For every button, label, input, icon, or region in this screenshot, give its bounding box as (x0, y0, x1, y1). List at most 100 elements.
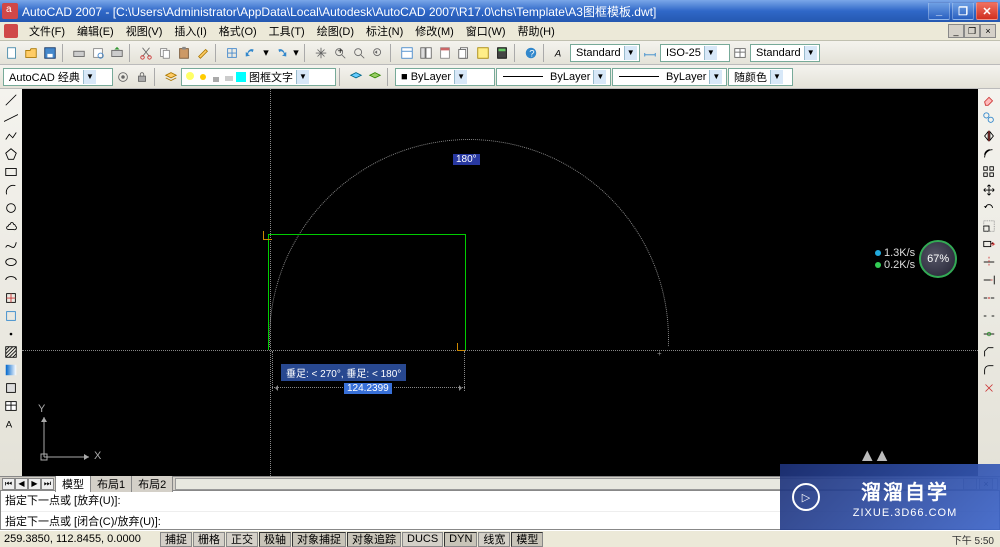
mtext-icon[interactable]: A (2, 415, 20, 432)
menu-insert[interactable]: 插入(I) (169, 22, 211, 40)
copy-icon[interactable] (156, 44, 174, 62)
menu-tools[interactable]: 工具(T) (264, 22, 310, 40)
zoom-window-icon[interactable] (350, 44, 368, 62)
polyline-icon[interactable] (2, 127, 20, 144)
polar-toggle[interactable]: 极轴 (259, 532, 291, 547)
dyn-toggle[interactable]: DYN (444, 532, 477, 547)
properties-icon[interactable] (398, 44, 416, 62)
tab-first-button[interactable]: ⏮ (2, 478, 15, 490)
xline-icon[interactable] (2, 109, 20, 126)
layer-states-icon[interactable] (366, 68, 384, 86)
sheet-set-icon[interactable] (455, 44, 473, 62)
markup-icon[interactable] (474, 44, 492, 62)
tab-layout1[interactable]: 布局1 (90, 475, 132, 492)
menu-window[interactable]: 窗口(W) (461, 22, 511, 40)
menu-dimension[interactable]: 标注(N) (361, 22, 408, 40)
offset-icon[interactable] (980, 145, 998, 162)
help-icon[interactable]: ? (522, 44, 540, 62)
ellipse-icon[interactable] (2, 253, 20, 270)
block-editor-icon[interactable] (223, 44, 241, 62)
layer-manager-icon[interactable] (162, 68, 180, 86)
menu-view[interactable]: 视图(V) (121, 22, 168, 40)
calc-icon[interactable] (493, 44, 511, 62)
revcloud-icon[interactable] (2, 217, 20, 234)
menu-edit[interactable]: 编辑(E) (72, 22, 119, 40)
save-icon[interactable] (41, 44, 59, 62)
menu-help[interactable]: 帮助(H) (513, 22, 560, 40)
chamfer-icon[interactable] (980, 343, 998, 360)
lineweight-dropdown[interactable]: ByLayer▼ (612, 68, 727, 86)
tab-layout2[interactable]: 布局2 (131, 475, 173, 492)
undo-icon[interactable] (242, 44, 260, 62)
tablestyle-icon[interactable] (731, 44, 749, 62)
mirror-icon[interactable] (980, 127, 998, 144)
arc-icon[interactable] (2, 181, 20, 198)
workspace-dropdown[interactable]: AutoCAD 经典▼ (3, 68, 113, 86)
fillet-icon[interactable] (980, 361, 998, 378)
grid-toggle[interactable]: 栅格 (193, 532, 225, 547)
ellipse-arc-icon[interactable] (2, 271, 20, 288)
extend-icon[interactable] (980, 271, 998, 288)
plot-icon[interactable] (70, 44, 88, 62)
model-toggle[interactable]: 模型 (511, 532, 543, 547)
rectangle-icon[interactable] (2, 163, 20, 180)
line-icon[interactable] (2, 91, 20, 108)
dimstyle-dropdown[interactable]: ISO-25▼ (660, 44, 730, 62)
design-center-icon[interactable] (417, 44, 435, 62)
polygon-icon[interactable] (2, 145, 20, 162)
textstyle-dropdown[interactable]: Standard▼ (570, 44, 640, 62)
drawing-canvas[interactable]: + 180° 垂足: < 270°, 垂足: < 180° 124.2399 X… (22, 89, 978, 476)
otrack-toggle[interactable]: 对象追踪 (347, 532, 401, 547)
restore-button[interactable]: ❐ (952, 2, 974, 20)
close-button[interactable]: ✕ (976, 2, 998, 20)
menu-format[interactable]: 格式(O) (214, 22, 262, 40)
cut-icon[interactable] (137, 44, 155, 62)
copy-obj-icon[interactable] (980, 109, 998, 126)
layer-dropdown[interactable]: 图框文字▼ (181, 68, 336, 86)
workspace-lock-icon[interactable] (133, 68, 151, 86)
coords-readout[interactable]: 259.3850, 112.8455, 0.0000 (0, 533, 160, 545)
region-icon[interactable] (2, 379, 20, 396)
tool-palette-icon[interactable] (436, 44, 454, 62)
textstyle-icon[interactable]: A (551, 44, 569, 62)
hatch-icon[interactable] (2, 343, 20, 360)
tab-model[interactable]: 模型 (55, 475, 91, 492)
linetype-dropdown[interactable]: ByLayer▼ (496, 68, 611, 86)
publish-icon[interactable] (108, 44, 126, 62)
dynamic-input[interactable]: 124.2399 (343, 382, 393, 395)
dimstyle-icon[interactable] (641, 44, 659, 62)
watermark-overlay[interactable]: ▷ 溜溜自学 ZIXUE.3D66.COM (780, 464, 1000, 530)
make-block-icon[interactable] (2, 307, 20, 324)
color-dropdown[interactable]: ■ ByLayer▼ (395, 68, 495, 86)
plot-preview-icon[interactable] (89, 44, 107, 62)
tab-next-button[interactable]: ▶ (28, 478, 41, 490)
layer-previous-icon[interactable] (347, 68, 365, 86)
match-prop-icon[interactable] (194, 44, 212, 62)
redo-dropdown-icon[interactable]: ▾ (291, 44, 301, 62)
ducs-toggle[interactable]: DUCS (402, 532, 443, 547)
tablestyle-dropdown[interactable]: Standard▼ (750, 44, 820, 62)
insert-block-icon[interactable] (2, 289, 20, 306)
menu-file[interactable]: 文件(F) (24, 22, 70, 40)
break-icon[interactable] (980, 307, 998, 324)
circle-icon[interactable] (2, 199, 20, 216)
move-icon[interactable] (980, 181, 998, 198)
erase-icon[interactable] (980, 91, 998, 108)
mdi-minimize-button[interactable]: _ (948, 24, 964, 38)
gradient-icon[interactable] (2, 361, 20, 378)
paste-icon[interactable] (175, 44, 193, 62)
ortho-toggle[interactable]: 正交 (226, 532, 258, 547)
table-icon[interactable] (2, 397, 20, 414)
redo-icon[interactable] (272, 44, 290, 62)
mdi-restore-button[interactable]: ❐ (964, 24, 980, 38)
array-icon[interactable] (980, 163, 998, 180)
explode-icon[interactable] (980, 379, 998, 396)
join-icon[interactable] (980, 325, 998, 342)
snap-toggle[interactable]: 捕捉 (160, 532, 192, 547)
rotate-icon[interactable] (980, 199, 998, 216)
undo-dropdown-icon[interactable]: ▾ (261, 44, 271, 62)
trim-icon[interactable] (980, 253, 998, 270)
osnap-toggle[interactable]: 对象捕捉 (292, 532, 346, 547)
point-icon[interactable] (2, 325, 20, 342)
net-percent[interactable]: 67% (919, 240, 957, 278)
